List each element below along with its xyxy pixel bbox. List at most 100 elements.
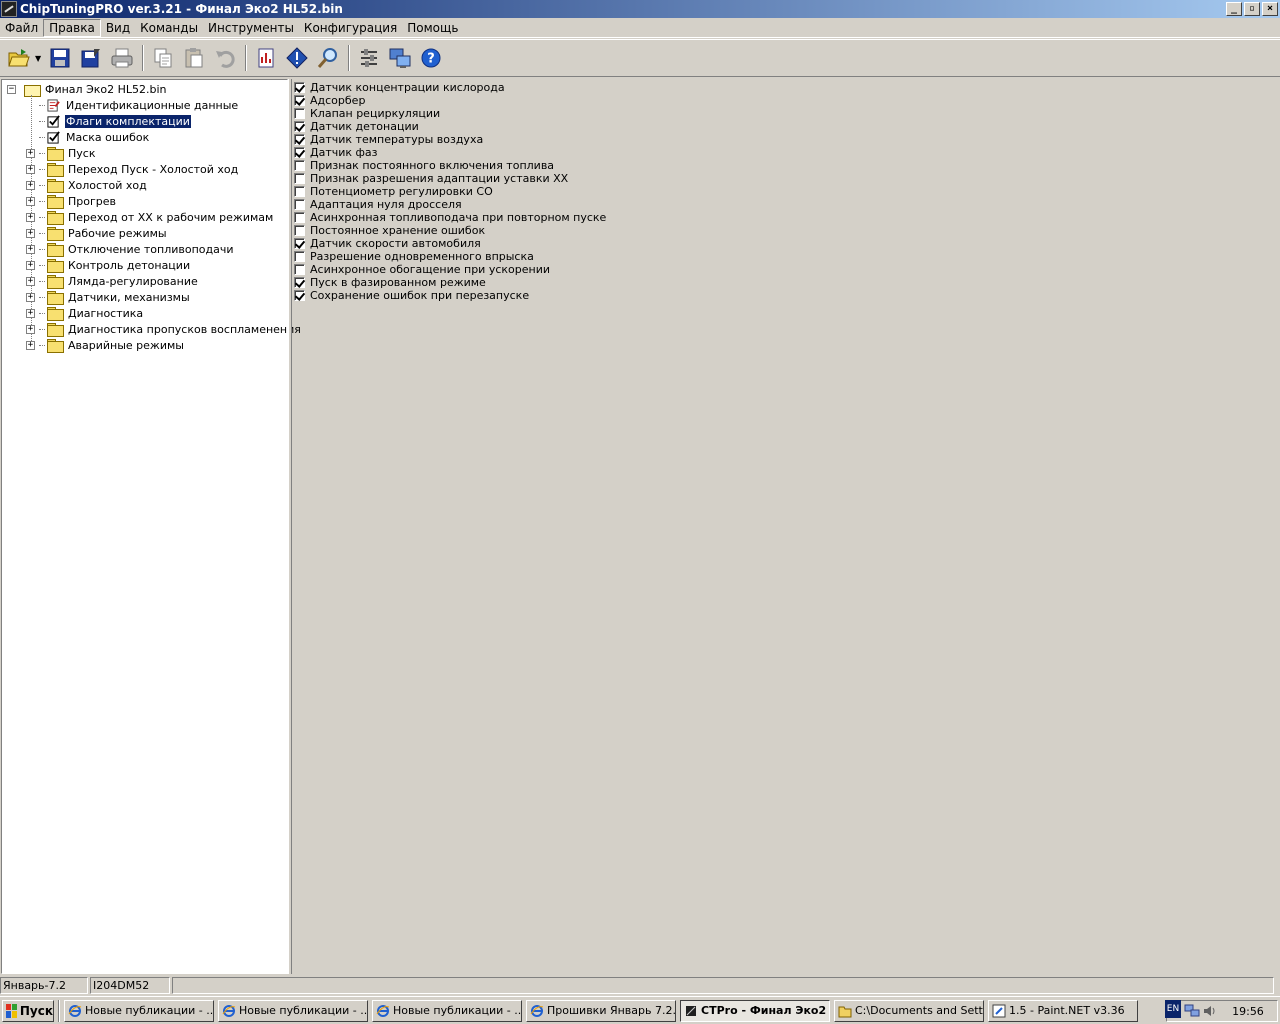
flag-row[interactable]: Признак разрешения адаптации уставки ХХ (294, 172, 568, 185)
tree-item[interactable]: + Отключение топливоподачи (26, 241, 235, 257)
copy-icon[interactable] (148, 43, 178, 73)
tree-item[interactable]: + Прогрев (26, 193, 117, 209)
tools-icon[interactable] (354, 43, 384, 73)
tree-item[interactable]: + Рабочие режимы (26, 225, 168, 241)
flag-row[interactable]: Клапан рециркуляции (294, 107, 440, 120)
tree-item[interactable]: + Датчики, механизмы (26, 289, 191, 305)
tree-item[interactable]: + Холостой ход (26, 177, 148, 193)
tree-item[interactable]: Флаги комплектации (26, 113, 192, 129)
expand-icon[interactable]: + (26, 228, 35, 238)
flag-checkbox[interactable] (294, 173, 305, 184)
close-button[interactable]: × (1262, 2, 1278, 16)
maximize-button[interactable]: ▫ (1244, 2, 1260, 16)
expand-icon[interactable]: + (26, 308, 35, 318)
flag-row[interactable]: Пуск в фазированном режиме (294, 276, 486, 289)
flag-checkbox[interactable] (294, 121, 305, 132)
flag-checkbox[interactable] (294, 160, 305, 171)
expand-icon[interactable]: + (26, 164, 35, 174)
flag-checkbox[interactable] (294, 108, 305, 119)
network-icon[interactable] (1184, 1004, 1200, 1018)
open-dropdown-icon[interactable]: ▼ (35, 54, 43, 63)
flag-checkbox[interactable] (294, 186, 305, 197)
flag-checkbox[interactable] (294, 134, 305, 145)
taskbar-button[interactable]: Новые публикации - ... (372, 999, 522, 1022)
menu-item[interactable]: Правка (43, 18, 101, 37)
tree-panel[interactable]: − Финал Эко2 HL52.bin Идентификационные да… (1, 79, 301, 974)
expand-icon[interactable]: + (26, 340, 35, 350)
flag-checkbox[interactable] (294, 264, 305, 275)
info-icon[interactable] (282, 43, 312, 73)
flag-row[interactable]: Датчик скорости автомобиля (294, 237, 481, 250)
flag-checkbox[interactable] (294, 238, 305, 249)
tree-item[interactable]: + Диагностика пропусков воспламенения (26, 321, 302, 337)
expand-icon[interactable]: + (26, 212, 35, 222)
clock[interactable]: 19:56 (1232, 1005, 1264, 1018)
flag-checkbox[interactable] (294, 147, 305, 158)
flag-row[interactable]: Разрешение одновременного впрыска (294, 250, 534, 263)
speaker-icon[interactable] (1202, 1004, 1218, 1018)
undo-icon[interactable] (210, 43, 240, 73)
tree-item[interactable]: + Переход от ХХ к рабочим режимам (26, 209, 274, 225)
flag-checkbox[interactable] (294, 290, 305, 301)
expand-icon[interactable]: + (26, 180, 35, 190)
collapse-icon[interactable]: − (7, 84, 16, 94)
flag-row[interactable]: Датчик фаз (294, 146, 378, 159)
expand-icon[interactable]: + (26, 276, 35, 286)
tree-item[interactable]: + Диагностика (26, 305, 144, 321)
menu-item[interactable]: Конфигурация (299, 19, 402, 37)
menu-item[interactable]: Вид (101, 19, 135, 37)
expand-icon[interactable]: + (26, 196, 35, 206)
taskbar-button[interactable]: C:\Documents and Sett... (834, 999, 984, 1022)
taskbar-button[interactable]: CTPro - Финал Эко2 ... (680, 999, 830, 1022)
expand-icon[interactable]: + (26, 244, 35, 254)
expand-icon[interactable]: + (26, 148, 35, 158)
app-icon[interactable] (1, 1, 17, 17)
menu-item[interactable]: Команды (135, 19, 203, 37)
tree-item[interactable]: + Пуск (26, 145, 96, 161)
tree-item[interactable]: + Контроль детонации (26, 257, 191, 273)
flag-row[interactable]: Асинхронная топливоподача при повторном … (294, 211, 606, 224)
tree-item[interactable]: + Переход Пуск - Холостой ход (26, 161, 239, 177)
flag-checkbox[interactable] (294, 277, 305, 288)
expand-icon[interactable]: + (26, 324, 35, 334)
flag-row[interactable]: Потенциометр регулировки СО (294, 185, 493, 198)
tree-item[interactable]: + Лямда-регулирование (26, 273, 199, 289)
paste-icon[interactable] (179, 43, 209, 73)
menu-item[interactable]: Инструменты (203, 19, 299, 37)
flag-row[interactable]: Датчик концентрации кислорода (294, 81, 505, 94)
save-as-icon[interactable] (76, 43, 106, 73)
flag-row[interactable]: Асинхронное обогащение при ускорении (294, 263, 550, 276)
save-icon[interactable] (45, 43, 75, 73)
menu-item[interactable]: Файл (0, 19, 43, 37)
language-indicator[interactable]: EN (1165, 1000, 1181, 1018)
flag-checkbox[interactable] (294, 212, 305, 223)
tree-item[interactable]: + Аварийные режимы (26, 337, 185, 353)
flag-row[interactable]: Адсорбер (294, 94, 365, 107)
expand-icon[interactable]: + (26, 292, 35, 302)
flag-row[interactable]: Признак постоянного включения топлива (294, 159, 554, 172)
expand-icon[interactable]: + (26, 260, 35, 270)
tree-item[interactable]: Идентификационные данные (26, 97, 239, 113)
flag-row[interactable]: Адаптация нуля дросселя (294, 198, 462, 211)
transfer-icon[interactable] (385, 43, 415, 73)
flag-row[interactable]: Датчик детонации (294, 120, 419, 133)
taskbar-button[interactable]: Новые публикации - ... (64, 999, 214, 1022)
print-icon[interactable] (107, 43, 137, 73)
flag-checkbox[interactable] (294, 251, 305, 262)
flag-row[interactable]: Сохранение ошибок при перезапуске (294, 289, 529, 302)
taskbar-button[interactable]: Прошивки Январь 7.2... (526, 999, 676, 1022)
report-icon[interactable] (251, 43, 281, 73)
flag-checkbox[interactable] (294, 95, 305, 106)
tree-item[interactable]: Маска ошибок (26, 129, 150, 145)
flag-checkbox[interactable] (294, 82, 305, 93)
flag-checkbox[interactable] (294, 199, 305, 210)
start-button[interactable]: Пуск (2, 999, 54, 1022)
flag-row[interactable]: Постоянное хранение ошибок (294, 224, 485, 237)
minimize-button[interactable]: _ (1226, 2, 1242, 16)
taskbar-button[interactable]: Новые публикации - ... (218, 999, 368, 1022)
taskbar-button[interactable]: 1.5 - Paint.NET v3.36 (988, 999, 1138, 1022)
search-icon[interactable] (313, 43, 343, 73)
flag-checkbox[interactable] (294, 225, 305, 236)
help-icon[interactable]: ? (416, 43, 446, 73)
open-folder-icon[interactable] (4, 43, 34, 73)
